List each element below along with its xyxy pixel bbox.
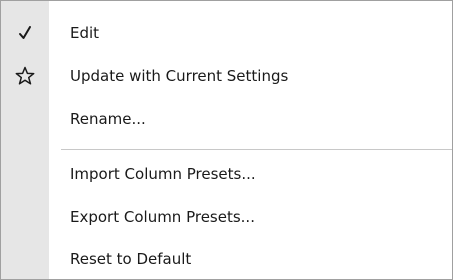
menu-item-export-column-presets[interactable]: Export Column Presets...	[1, 197, 452, 237]
menu-item-update-with-current-settings[interactable]: Update with Current Settings	[1, 56, 452, 96]
checkmark-icon	[1, 13, 49, 53]
star-outline-icon	[1, 56, 49, 96]
menu-item-label: Export Column Presets...	[70, 208, 255, 226]
menu-item-rename[interactable]: Rename...	[1, 99, 452, 139]
menu-item-reset-to-default[interactable]: Reset to Default	[1, 239, 452, 279]
context-menu: Edit Update with Current Settings Rename…	[0, 0, 453, 280]
menu-item-label: Edit	[70, 24, 100, 42]
menu-item-import-column-presets[interactable]: Import Column Presets...	[1, 154, 452, 194]
menu-item-label: Rename...	[70, 110, 146, 128]
menu-separator	[61, 149, 452, 150]
menu-item-label: Reset to Default	[70, 250, 192, 268]
menu-item-edit[interactable]: Edit	[1, 13, 452, 53]
menu-item-label: Update with Current Settings	[70, 67, 289, 85]
menu-item-label: Import Column Presets...	[70, 165, 256, 183]
